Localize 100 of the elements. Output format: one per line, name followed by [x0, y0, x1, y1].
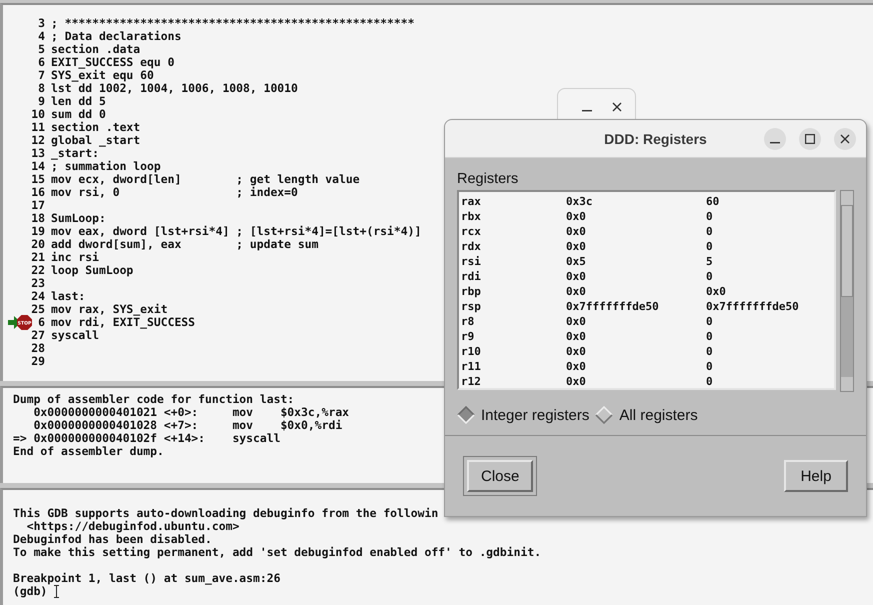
code-line: EXIT_SUCCESS equ 0 — [51, 56, 174, 69]
register-name: rbx — [461, 210, 482, 223]
line-number: 27 — [30, 329, 45, 342]
register-value: 0 — [706, 270, 713, 283]
code-line: sum dd 0 — [51, 108, 106, 121]
radio-label: Integer registers — [481, 406, 590, 424]
register-value: 0 — [706, 225, 713, 238]
register-value: 0 — [706, 375, 713, 388]
assembler-line: Dump of assembler code for function last: — [13, 393, 294, 406]
section-label: Registers — [457, 171, 520, 187]
register-value: 0 — [706, 210, 713, 223]
register-value: 0x0 — [566, 270, 587, 283]
line-number: 9 — [37, 95, 45, 108]
line-number: 4 — [37, 30, 45, 43]
line-number: 14 — [30, 160, 45, 173]
line-number: 28 — [30, 342, 45, 355]
minimize-icon[interactable] — [582, 110, 592, 112]
line-number: 7 — [37, 69, 45, 82]
console-line: <https://debuginfod.ubuntu.com> — [26, 520, 240, 533]
register-value: 0x0 — [566, 330, 587, 343]
help-button[interactable]: Help — [784, 460, 848, 492]
register-name: r12 — [461, 375, 482, 388]
assembler-line: => 0x000000000040102f <+14>: syscall — [13, 432, 280, 445]
close-button[interactable]: Close — [467, 460, 534, 492]
register-value: 0x0 — [566, 345, 587, 358]
register-value: 60 — [706, 195, 720, 208]
register-name: rdx — [461, 240, 482, 253]
register-name: rax — [461, 195, 482, 208]
code-line: mov ecx, dword[len] ; get length value — [51, 173, 360, 186]
register-name: r8 — [461, 315, 476, 328]
register-name: r9 — [461, 330, 476, 343]
register-value: 0x7fffffffde50 — [706, 300, 799, 313]
register-value: 0x0 — [706, 285, 726, 298]
scrollbar[interactable] — [840, 190, 854, 392]
console-line: Breakpoint 1, last () at sum_ave.asm:26 — [13, 572, 280, 585]
register-name: rsp — [461, 300, 482, 313]
code-line: ; Data declarations — [51, 30, 182, 43]
line-number: 6 — [37, 316, 45, 329]
line-number: 25 — [30, 303, 45, 316]
code-line: mov rdi, EXIT_SUCCESS — [51, 316, 196, 329]
code-line: inc rsi — [51, 251, 100, 264]
register-value: 0x7fffffffde50 — [566, 300, 660, 313]
code-line: len dd 5 — [51, 95, 106, 108]
line-number: 16 — [30, 186, 45, 199]
console-line: (gdb) — [13, 585, 48, 598]
line-number: 19 — [30, 225, 45, 238]
line-number: 17 — [30, 199, 45, 212]
register-value: 0x0 — [566, 225, 587, 238]
maximize-button[interactable] — [799, 128, 821, 150]
line-number: 24 — [30, 290, 45, 303]
line-number: 11 — [30, 121, 45, 134]
close-icon[interactable] — [612, 102, 622, 112]
code-line: ; *************************************************** — [51, 17, 414, 30]
console-line: Debuginfod has been disabled. — [13, 533, 212, 546]
minimize-icon — [770, 142, 780, 144]
code-line: section .data — [51, 43, 140, 56]
code-line: add dword[sum], eax ; update sum — [51, 238, 318, 251]
line-number: 18 — [30, 212, 45, 225]
code-line: global _start — [51, 134, 140, 147]
register-value: 0x3c — [566, 195, 594, 208]
line-number: 10 — [30, 108, 45, 121]
register-value: 0 — [706, 240, 713, 253]
minimize-button[interactable] — [764, 128, 786, 150]
register-value: 0x0 — [566, 210, 587, 223]
window-title: DDD: Registers — [604, 130, 707, 146]
code-line: section .text — [51, 121, 140, 134]
close-icon — [840, 134, 850, 144]
register-value: 0 — [706, 315, 713, 328]
assembler-line: End of assembler dump. — [13, 445, 164, 458]
register-name: rbp — [461, 285, 482, 298]
line-number: 5 — [37, 43, 45, 56]
register-value: 0x0 — [566, 315, 587, 328]
register-value: 0x0 — [566, 285, 587, 298]
code-line: _start: — [51, 147, 100, 160]
register-value: 0x0 — [566, 375, 587, 388]
maximize-icon — [805, 134, 815, 144]
line-number: 3 — [37, 17, 45, 30]
code-line: ; summation loop — [51, 160, 161, 173]
register-value: 5 — [706, 255, 713, 268]
line-number: 12 — [30, 134, 45, 147]
console-line: This GDB supports auto-downloading debuginfo from the followin — [13, 507, 438, 520]
register-value: 0x5 — [566, 255, 587, 268]
assembler-line: 0x0000000000401028 <+7>: mov $0x0,%rdi — [32, 419, 342, 432]
code-line: SYS_exit equ 60 — [51, 69, 154, 82]
register-value: 0 — [706, 330, 713, 343]
code-line: syscall — [51, 329, 100, 342]
radio-button[interactable] — [457, 406, 475, 424]
code-line: lst dd 1002, 1004, 1006, 1008, 10010 — [51, 82, 298, 95]
code-line: loop SumLoop — [51, 264, 134, 277]
line-number: 8 — [37, 82, 45, 95]
register-value: 0x0 — [566, 240, 587, 253]
register-name: rdi — [461, 270, 482, 283]
register-value: 0 — [706, 345, 713, 358]
close-button[interactable] — [834, 128, 856, 150]
radio-label: All registers — [619, 406, 698, 424]
line-number: 15 — [30, 173, 45, 186]
register-name: r11 — [461, 360, 482, 373]
line-number: 29 — [30, 355, 45, 368]
line-number: 13 — [30, 147, 45, 160]
radio-button[interactable] — [595, 406, 614, 424]
